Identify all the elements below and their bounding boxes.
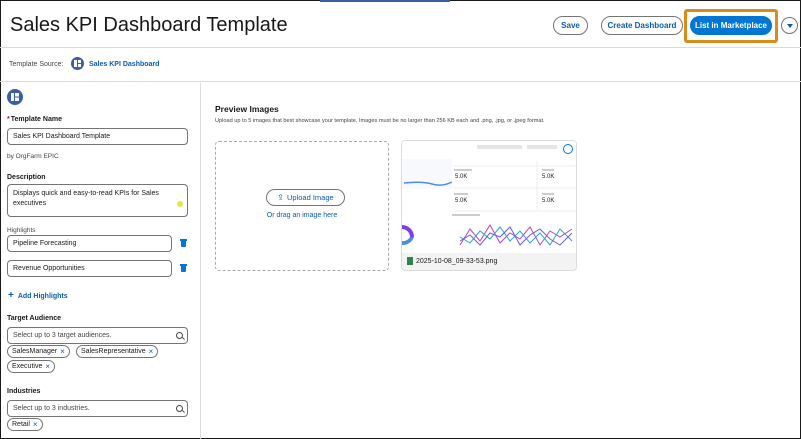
preview-metric: 5.0K [542, 198, 555, 204]
delete-highlight-1-icon[interactable] [180, 239, 187, 247]
preview-images-title: Preview Images [215, 104, 279, 114]
template-source-label: Template Source: [9, 61, 64, 68]
highlight-input-1[interactable]: Pipeline Forecasting [7, 235, 172, 252]
industries-placeholder: Select up to 3 industries. [13, 405, 90, 412]
template-source-link[interactable]: Sales KPI Dashboard [89, 61, 159, 68]
target-audience-label: Target Audience [7, 315, 62, 322]
plus-icon: + [8, 290, 14, 301]
delete-highlight-2-icon[interactable] [180, 264, 187, 272]
page-header: Sales KPI Dashboard Template Save Create… [0, 0, 801, 48]
highlights-label: Highlights [7, 227, 36, 234]
search-icon [176, 332, 183, 339]
audience-pill: SalesManager × [7, 345, 70, 358]
industry-pill: Retail × [7, 418, 43, 431]
template-form-panel: *Template Name Sales KPI Dashboard Templ… [0, 83, 201, 439]
chevron-down-icon [786, 23, 793, 28]
create-dashboard-button[interactable]: Create Dashboard [601, 16, 683, 35]
remove-pill-icon[interactable]: × [60, 347, 65, 356]
image-dropzone[interactable]: ⇪ Upload Image Or drag an image here [215, 141, 389, 271]
preview-metric: 5.0K [455, 174, 468, 180]
add-highlights-button[interactable]: + Add Highlights [8, 290, 68, 301]
image-file-icon [407, 257, 413, 265]
description-textarea[interactable]: Displays quick and easy-to-read KPIs for… [7, 184, 188, 217]
description-text: Displays quick and easy-to-read KPIs for… [13, 190, 159, 207]
dashboard-icon [71, 57, 84, 70]
description-label: Description [7, 174, 46, 181]
template-name-label: *Template Name [7, 116, 62, 123]
more-actions-button[interactable] [781, 17, 798, 34]
list-in-marketplace-button[interactable]: List in Marketplace [690, 16, 772, 35]
upload-image-button[interactable]: ⇪ Upload Image [266, 189, 345, 206]
target-audience-search[interactable]: Select up to 3 target audiences. [7, 327, 188, 344]
target-audience-placeholder: Select up to 3 target audiences. [13, 332, 112, 339]
remove-pill-icon[interactable]: × [45, 362, 50, 371]
audience-pill: SalesRepresentative × [76, 345, 159, 358]
cursor-indicator [177, 201, 183, 207]
remove-pill-icon[interactable]: × [149, 347, 154, 356]
dashboard-icon [7, 89, 23, 105]
industries-search[interactable]: Select up to 3 industries. [7, 400, 188, 417]
thumbnail-filename: 2025-10-08_09-33-53.png [416, 257, 498, 265]
industries-label: Industries [7, 388, 41, 395]
preview-thumbnail-card[interactable]: 5.0K 5.0K 5.0K 5.0K 2025-10-08_09-33-53.… [401, 140, 577, 271]
template-name-input[interactable]: Sales KPI Dashboard Template [7, 128, 188, 145]
thumbnail-menu-button[interactable] [563, 144, 573, 154]
dashboard-preview-image [402, 141, 576, 253]
highlight-input-2[interactable]: Revenue Opportunities [7, 260, 172, 277]
remove-pill-icon[interactable]: × [33, 420, 38, 429]
upload-icon: ⇪ [277, 193, 284, 202]
page-title: Sales KPI Dashboard Template [10, 14, 288, 36]
author-byline: by OrgFarm EPIC [7, 153, 59, 160]
preview-images-description: Upload up to 5 images that best showcase… [215, 118, 545, 124]
template-source-row: Template Source: Sales KPI Dashboard [0, 49, 801, 82]
drag-image-hint: Or drag an image here [266, 212, 338, 219]
search-icon [176, 405, 183, 412]
save-button[interactable]: Save [553, 16, 588, 35]
preview-metric: 5.0K [542, 174, 555, 180]
preview-metric: 5.0K [455, 198, 468, 204]
audience-pill: Executive × [7, 360, 56, 373]
thumbnail-footer: 2025-10-08_09-33-53.png [407, 257, 497, 265]
